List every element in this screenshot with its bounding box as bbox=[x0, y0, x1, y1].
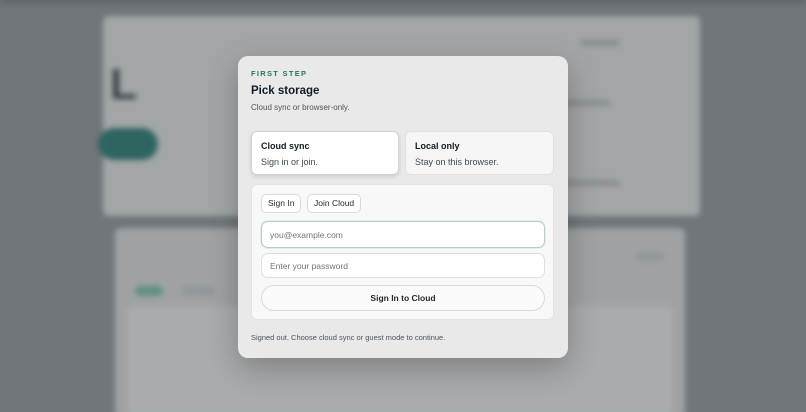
email-field[interactable] bbox=[261, 221, 545, 248]
tab-join-cloud[interactable]: Join Cloud bbox=[307, 194, 362, 213]
password-field[interactable] bbox=[261, 253, 545, 278]
dialog-eyebrow: FIRST STEP bbox=[251, 69, 308, 78]
option-title: Local only bbox=[415, 141, 460, 151]
option-description: Stay on this browser. bbox=[415, 157, 499, 167]
option-cloud-sync[interactable]: Cloud sync Sign in or join. bbox=[251, 131, 399, 175]
tab-sign-in[interactable]: Sign In bbox=[261, 194, 302, 213]
dialog-title: Pick storage bbox=[251, 85, 320, 97]
sign-in-button[interactable]: Sign In to Cloud bbox=[261, 285, 545, 311]
status-message: Signed out. Choose cloud sync or guest m… bbox=[251, 333, 446, 342]
auth-form: Sign In Join Cloud Sign In to Cloud bbox=[251, 184, 554, 320]
dialog-subtitle: Cloud sync or browser-only. bbox=[251, 103, 350, 112]
option-local-only[interactable]: Local only Stay on this browser. bbox=[405, 131, 554, 175]
storage-dialog: FIRST STEP Pick storage Cloud sync or br… bbox=[238, 56, 568, 358]
storage-options: Cloud sync Sign in or join. Local only S… bbox=[251, 131, 554, 175]
option-description: Sign in or join. bbox=[261, 157, 319, 167]
option-title: Cloud sync bbox=[261, 141, 310, 151]
